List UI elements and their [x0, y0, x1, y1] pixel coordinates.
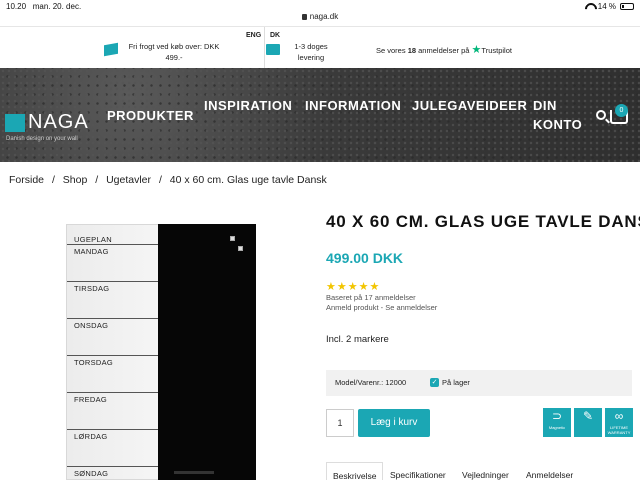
day-label: SØNDAG — [74, 469, 109, 478]
trustpilot-label: Trustpilot — [481, 46, 512, 55]
tab-vejledninger[interactable]: Vejledninger — [456, 462, 515, 480]
model-number: Model/Varenr.: 12000 — [335, 378, 407, 387]
status-time: 10.20 man. 20. dec. — [6, 2, 82, 11]
infinity-icon: ∞ — [614, 409, 624, 423]
rating-stars: ★★★★★ — [326, 281, 381, 293]
day-label: LØRDAG — [74, 432, 108, 441]
tab-anmeldelser[interactable]: Anmeldelser — [520, 462, 579, 480]
info-strip: ENG DK Fri frogt ved køb over: DKK 499.-… — [0, 26, 640, 69]
reviews-prefix: Se vores — [376, 46, 406, 55]
day-line — [67, 355, 159, 356]
day-line — [67, 318, 159, 319]
badge-label: LIFETIME WARRANTY — [607, 425, 631, 435]
trustpilot-info[interactable]: Se vores 18 anmeldelser på ★Trustpilot — [376, 45, 576, 56]
breadcrumb-separator: / — [158, 174, 162, 186]
day-label: ONSDAG — [74, 321, 109, 330]
nav-information[interactable]: INFORMATION — [305, 98, 401, 113]
check-icon: ✓ — [430, 378, 439, 387]
battery-percent: 14 % — [597, 2, 616, 11]
search-icon[interactable] — [596, 110, 606, 120]
marker-badge: ✎ — [574, 408, 602, 437]
magnet-icon — [230, 236, 235, 241]
free-shipping-text: Fri frogt ved køb over: DKK — [128, 42, 220, 51]
day-line — [67, 392, 159, 393]
product-price: 499.00 DKK — [326, 250, 404, 266]
stock-status: På lager — [442, 378, 470, 387]
included-text: Incl. 2 markere — [326, 334, 389, 345]
magnet-icon — [238, 246, 243, 251]
site-header — [0, 68, 640, 162]
logo-text: NAGA — [28, 111, 89, 133]
review-product-link[interactable]: Anmeld produkt - Se anmeldelser — [326, 303, 437, 312]
stock-info-box: Model/Varenr.: 12000 ✓ På lager — [326, 370, 632, 396]
wifi-icon — [584, 3, 594, 10]
lang-dk-link[interactable]: DK — [270, 32, 280, 39]
product-image[interactable]: UGEPLAN MANDAG TIRSDAG ONSDAG TORSDAG FR… — [66, 224, 256, 480]
logo-mark-icon — [5, 114, 25, 132]
truck-icon — [266, 44, 280, 55]
trustpilot-star-icon: ★ — [471, 44, 482, 56]
board-logo-strip — [174, 471, 214, 474]
day-line — [67, 244, 159, 245]
product-title: 40 X 60 CM. GLAS UGE TAVLE DANSK — [326, 212, 640, 231]
url-text: naga.dk — [309, 12, 339, 21]
breadcrumb-shop[interactable]: Shop — [63, 174, 88, 186]
day-line — [67, 466, 159, 467]
logo-tagline: Danish design on your wall — [6, 136, 78, 142]
board-white-panel: UGEPLAN MANDAG TIRSDAG ONSDAG TORSDAG FR… — [66, 224, 161, 480]
product-tabs: Beskrivelse Specifikationer Vejledninger… — [326, 462, 626, 480]
breadcrumb-forside[interactable]: Forside — [9, 174, 44, 186]
free-shipping-info: Fri frogt ved køb over: DKK 499.- — [104, 41, 244, 63]
status-bar: 10.20 man. 20. dec. naga.dk 14 % — [0, 0, 640, 24]
nav-din-konto-line2[interactable]: KONTO — [533, 117, 582, 132]
reviews-based-text: Baseret på 17 anmeldelser — [326, 293, 416, 302]
badge-label: Magnetic — [548, 425, 566, 430]
marker-icon: ✎ — [582, 409, 594, 423]
status-right: 14 % — [584, 2, 634, 11]
magnetic-badge: ⊃ Magnetic — [543, 408, 571, 437]
nav-inspiration[interactable]: INSPIRATION — [204, 98, 292, 113]
day-label: UGEPLAN — [74, 235, 112, 244]
day-line — [67, 281, 159, 282]
breadcrumb-ugetavler[interactable]: Ugetavler — [106, 174, 151, 186]
board-black-panel — [158, 224, 256, 480]
battery-icon — [620, 3, 634, 10]
magnet-icon: ⊃ — [551, 409, 563, 423]
delivery-info: 1-3 doges levering — [266, 41, 356, 63]
day-label: MANDAG — [74, 247, 109, 256]
nav-julegaveideer[interactable]: JULEGAVEIDEER — [412, 98, 527, 113]
warranty-badge: ∞ LIFETIME WARRANTY — [605, 408, 633, 437]
add-to-cart-button[interactable]: Læg i kurv — [358, 409, 430, 437]
nav-produkter[interactable]: PRODUKTER — [107, 108, 194, 123]
free-shipping-amount: 499.- — [165, 53, 183, 62]
lang-divider — [264, 27, 265, 69]
day-label: TORSDAG — [74, 358, 114, 367]
address-bar[interactable]: naga.dk — [0, 12, 640, 21]
day-line — [67, 429, 159, 430]
lock-icon — [301, 14, 307, 20]
breadcrumb: Forside / Shop / Ugetavler / 40 x 60 cm.… — [9, 174, 327, 186]
cart-count-badge: 0 — [615, 104, 628, 117]
breadcrumb-separator: / — [95, 174, 99, 186]
day-label: FREDAG — [74, 395, 108, 404]
tab-specifikationer[interactable]: Specifikationer — [384, 462, 452, 480]
quantity-input[interactable]: 1 — [326, 409, 354, 437]
day-label: TIRSDAG — [74, 284, 110, 293]
tab-beskrivelse[interactable]: Beskrivelse — [326, 462, 384, 480]
reviews-suffix: anmeldelser på — [418, 46, 470, 55]
reviews-count: 18 — [407, 46, 417, 55]
breadcrumb-separator: / — [51, 174, 55, 186]
breadcrumb-current: 40 x 60 cm. Glas uge tavle Dansk — [169, 174, 327, 186]
lang-eng-link[interactable]: ENG — [246, 32, 261, 39]
nav-din-konto[interactable]: DIN — [533, 98, 557, 113]
